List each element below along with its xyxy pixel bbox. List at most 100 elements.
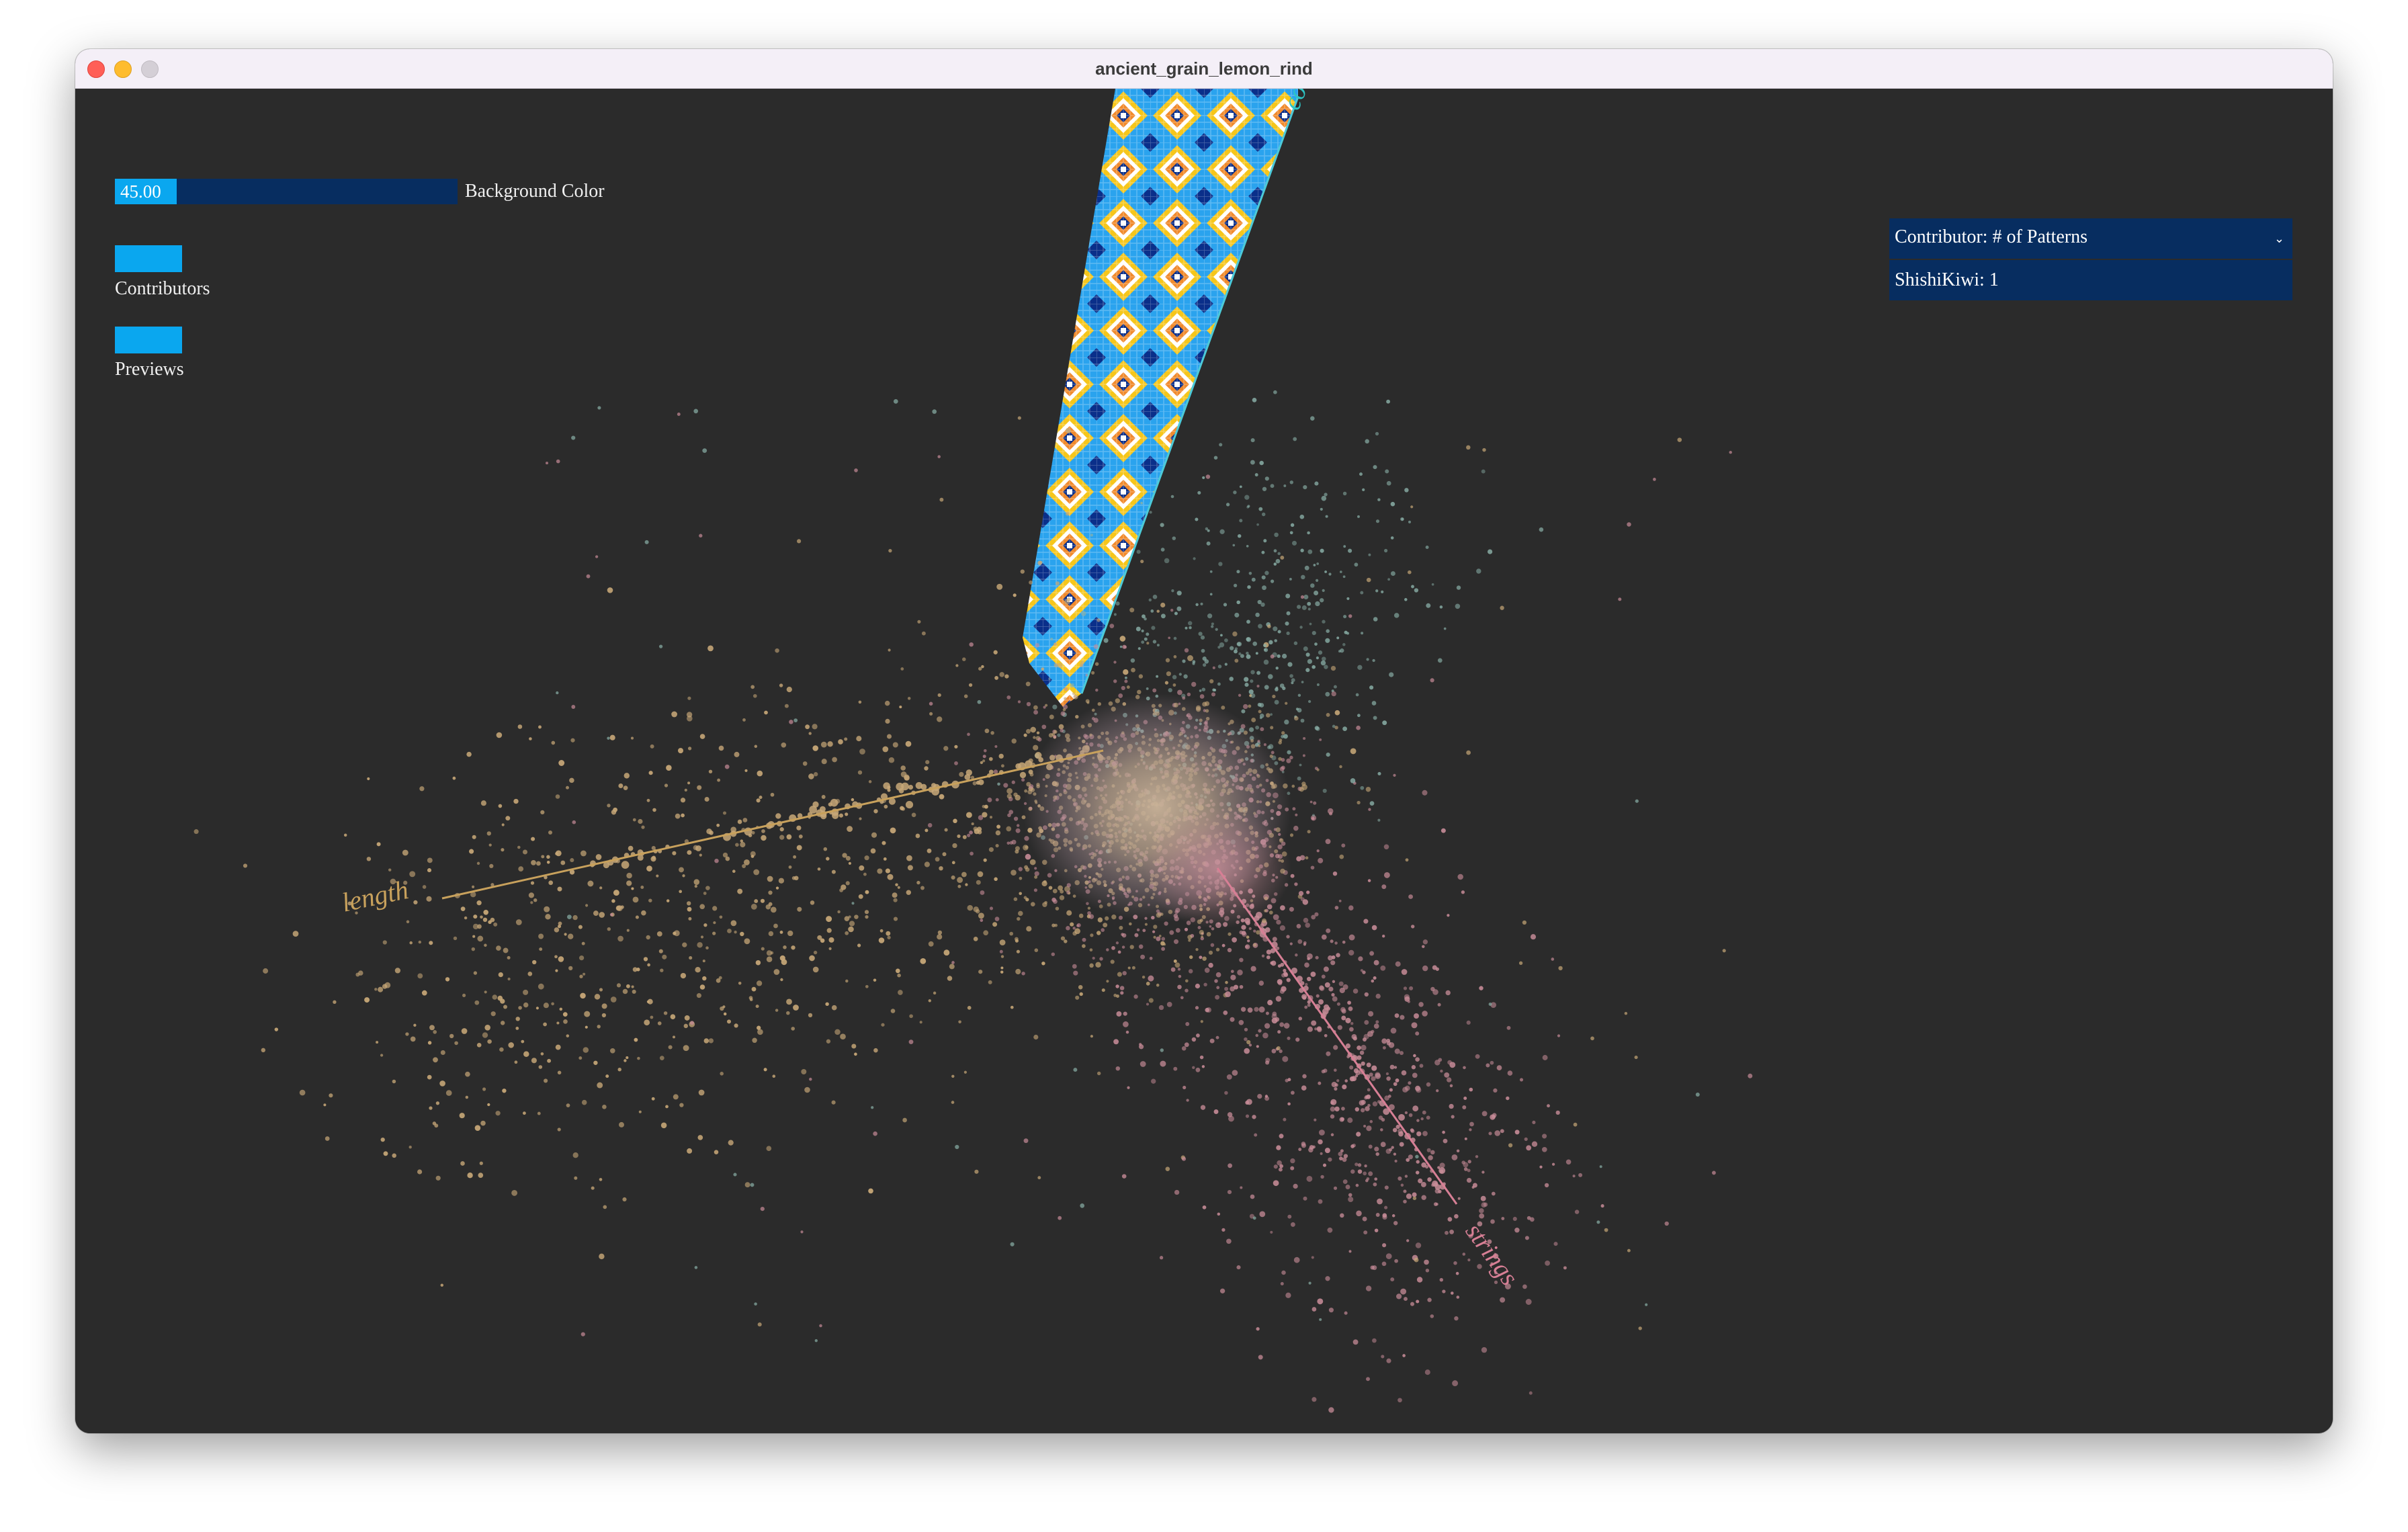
data-point[interactable] (1279, 1134, 1284, 1139)
data-point[interactable] (718, 976, 722, 980)
data-point[interactable] (1401, 517, 1404, 521)
data-point[interactable] (647, 963, 650, 967)
data-point[interactable] (1199, 694, 1205, 699)
data-point[interactable] (1223, 603, 1228, 607)
data-point[interactable] (1512, 1216, 1517, 1222)
data-point[interactable] (808, 1013, 813, 1018)
data-point[interactable] (484, 1024, 491, 1031)
data-point[interactable] (1419, 1064, 1424, 1068)
data-point[interactable] (1381, 1117, 1385, 1122)
data-point[interactable] (1225, 991, 1231, 997)
data-point[interactable] (1382, 1243, 1387, 1248)
data-point[interactable] (1258, 1006, 1265, 1013)
data-point[interactable] (864, 910, 869, 914)
data-point[interactable] (1173, 939, 1179, 944)
data-point[interactable] (1365, 786, 1371, 792)
data-point[interactable] (538, 725, 542, 729)
data-point[interactable] (1106, 980, 1109, 983)
data-point[interactable] (699, 984, 705, 990)
data-point[interactable] (1385, 1253, 1392, 1259)
data-point[interactable] (865, 914, 869, 919)
data-point[interactable] (1487, 549, 1493, 554)
data-point[interactable] (679, 1103, 684, 1107)
data-point[interactable] (1223, 1010, 1228, 1015)
data-point[interactable] (433, 1057, 438, 1063)
data-point[interactable] (826, 928, 832, 933)
data-point[interactable] (779, 683, 783, 687)
data-point[interactable] (1295, 953, 1298, 957)
data-point[interactable] (1029, 859, 1036, 865)
data-point[interactable] (555, 851, 559, 856)
data-point[interactable] (1442, 1130, 1445, 1134)
data-point[interactable] (1215, 994, 1220, 1000)
data-point[interactable] (1367, 1088, 1371, 1092)
data-point[interactable] (607, 587, 613, 593)
data-point[interactable] (1532, 1120, 1536, 1124)
data-point[interactable] (558, 956, 564, 962)
data-point[interactable] (646, 865, 652, 871)
data-point[interactable] (915, 833, 920, 839)
data-point[interactable] (1481, 1347, 1488, 1353)
data-point[interactable] (427, 1074, 432, 1080)
data-point[interactable] (917, 620, 921, 624)
data-point[interactable] (825, 1002, 829, 1007)
data-point[interactable] (1287, 1036, 1291, 1040)
data-point[interactable] (932, 409, 937, 414)
data-point[interactable] (1324, 1033, 1328, 1037)
data-point[interactable] (499, 1047, 504, 1052)
data-point[interactable] (1475, 1054, 1480, 1059)
data-point[interactable] (1144, 637, 1148, 641)
data-point[interactable] (1333, 685, 1337, 689)
data-point[interactable] (607, 804, 611, 808)
data-point[interactable] (1189, 626, 1192, 630)
data-point[interactable] (1019, 892, 1023, 896)
data-point[interactable] (1106, 948, 1109, 951)
data-point[interactable] (631, 887, 634, 890)
data-point[interactable] (1219, 529, 1225, 534)
data-point[interactable] (1386, 1041, 1391, 1046)
data-point[interactable] (1250, 1194, 1255, 1199)
data-point[interactable] (1506, 1025, 1511, 1030)
data-point[interactable] (538, 983, 544, 990)
data-point[interactable] (464, 916, 468, 920)
data-point[interactable] (892, 892, 898, 898)
data-point[interactable] (1321, 934, 1327, 940)
data-point[interactable] (1302, 899, 1309, 905)
data-point[interactable] (1200, 635, 1205, 640)
data-point[interactable] (1331, 691, 1336, 697)
data-point[interactable] (1201, 1065, 1205, 1068)
data-point[interactable] (1390, 571, 1395, 577)
data-point[interactable] (274, 1027, 279, 1031)
data-point[interactable] (1314, 912, 1319, 917)
data-point[interactable] (1424, 1259, 1429, 1265)
data-point[interactable] (1398, 1176, 1402, 1181)
data-point[interactable] (580, 850, 587, 857)
data-point[interactable] (1282, 1056, 1289, 1062)
data-point[interactable] (1368, 1011, 1374, 1017)
data-point[interactable] (1394, 1159, 1398, 1163)
data-point[interactable] (1135, 626, 1141, 632)
data-point[interactable] (646, 798, 650, 802)
data-point[interactable] (983, 858, 987, 862)
data-point[interactable] (1422, 939, 1428, 945)
data-point[interactable] (1369, 801, 1375, 806)
data-point[interactable] (1011, 780, 1015, 784)
data-point[interactable] (1373, 960, 1379, 966)
data-point[interactable] (1294, 716, 1299, 721)
data-point[interactable] (422, 885, 427, 889)
data-point[interactable] (1187, 621, 1193, 626)
data-point[interactable] (1514, 1130, 1520, 1135)
data-point[interactable] (1205, 527, 1209, 531)
data-point[interactable] (1300, 718, 1305, 723)
data-point[interactable] (968, 683, 973, 687)
data-point[interactable] (531, 837, 535, 841)
data-point[interactable] (1711, 1171, 1716, 1175)
data-point[interactable] (1314, 726, 1320, 730)
data-point[interactable] (543, 1003, 549, 1009)
data-point[interactable] (1261, 954, 1265, 958)
data-point[interactable] (1115, 601, 1120, 606)
data-point[interactable] (1221, 943, 1226, 947)
data-point[interactable] (1080, 661, 1085, 665)
data-point[interactable] (1259, 713, 1264, 718)
data-point[interactable] (1234, 612, 1240, 618)
